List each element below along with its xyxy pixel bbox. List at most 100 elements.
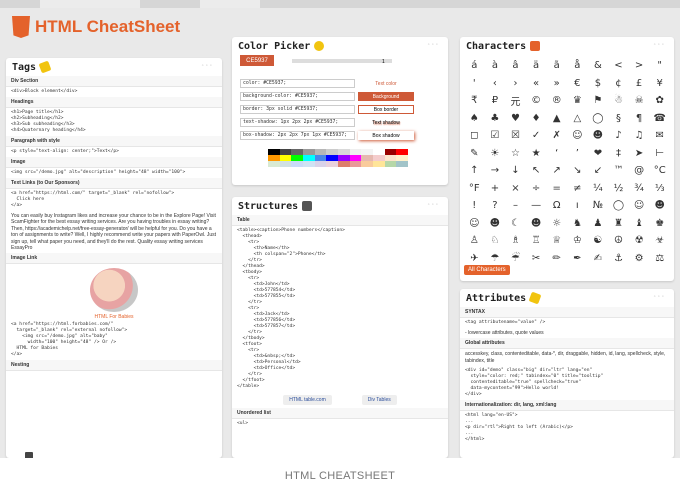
character-cell[interactable]: △	[567, 110, 588, 128]
character-cell[interactable]: ♦	[526, 110, 547, 128]
character-cell[interactable]: ♠	[464, 110, 485, 128]
character-cell[interactable]: ×	[505, 180, 526, 198]
character-cell[interactable]: ☀	[485, 145, 506, 163]
character-cell[interactable]: ☃	[608, 92, 629, 110]
character-cell[interactable]: ♖	[526, 232, 547, 250]
character-cell[interactable]: ♪	[608, 127, 629, 145]
character-cell[interactable]: ☺	[567, 127, 588, 145]
color-swatch[interactable]	[349, 161, 362, 167]
character-cell[interactable]: ☒	[505, 127, 526, 145]
color-swatch[interactable]	[291, 161, 303, 167]
character-cell[interactable]: ®	[546, 92, 567, 110]
character-cell[interactable]: ♙	[464, 232, 485, 250]
character-cell[interactable]: å	[567, 57, 588, 75]
html-for-babies-link[interactable]: HTML For Babies	[6, 264, 222, 320]
character-cell[interactable]: ₽	[485, 92, 506, 110]
character-cell[interactable]: ♗	[505, 232, 526, 250]
scroll-to-top-icon[interactable]	[25, 452, 33, 458]
character-cell[interactable]: ¼	[588, 180, 609, 198]
character-cell[interactable]: ✗	[546, 127, 567, 145]
character-cell[interactable]: ☢	[629, 232, 650, 250]
character-cell[interactable]: ↙	[588, 162, 609, 180]
character-cell[interactable]: ⅓	[649, 180, 670, 198]
character-cell[interactable]: ♘	[485, 232, 506, 250]
character-cell[interactable]: =	[546, 180, 567, 198]
character-cell[interactable]: ‹	[485, 75, 506, 93]
character-cell[interactable]: ã	[546, 57, 567, 75]
app-logo[interactable]: HTML CheatSheet	[12, 16, 180, 38]
character-cell[interactable]: ÷	[526, 180, 547, 198]
character-cell[interactable]: ◯	[608, 197, 629, 215]
character-cell[interactable]: ↑	[464, 162, 485, 180]
character-cell[interactable]: ¥	[649, 75, 670, 93]
character-cell[interactable]: ♕	[546, 232, 567, 250]
character-cell[interactable]: ↗	[546, 162, 567, 180]
character-cell[interactable]: ☺	[464, 215, 485, 233]
character-cell[interactable]: ✍	[588, 250, 609, 268]
character-cell[interactable]: ☻	[588, 127, 609, 145]
color-swatch[interactable]	[396, 161, 408, 167]
character-cell[interactable]: →	[485, 162, 506, 180]
character-cell[interactable]: ☆	[505, 145, 526, 163]
character-cell[interactable]: ↖	[526, 162, 547, 180]
character-cell[interactable]: ›	[505, 75, 526, 93]
character-cell[interactable]: ↓	[505, 162, 526, 180]
character-cell[interactable]: ☺	[629, 197, 650, 215]
character-cell[interactable]: á	[464, 57, 485, 75]
card-tools-icon[interactable]: ◦◦◦	[654, 42, 666, 48]
character-cell[interactable]: ☮	[608, 232, 629, 250]
color-swatch[interactable]	[361, 161, 373, 167]
character-cell[interactable]: ✓	[526, 127, 547, 145]
character-cell[interactable]: "	[649, 57, 670, 75]
all-characters-button[interactable]: All Characters	[464, 265, 510, 275]
character-cell[interactable]: ¶	[629, 110, 650, 128]
character-cell[interactable]: ♣	[485, 110, 506, 128]
css-property-field[interactable]: background-color: #CE5937;	[240, 92, 355, 101]
character-cell[interactable]: №	[588, 197, 609, 215]
character-cell[interactable]: ©	[526, 92, 547, 110]
character-cell[interactable]: ?	[485, 197, 506, 215]
character-cell[interactable]: ₹	[464, 92, 485, 110]
css-property-field[interactable]: box-shadow: 2px 2px 7px 1px #CE5937;	[240, 131, 355, 140]
character-cell[interactable]: ♚	[649, 215, 670, 233]
character-cell[interactable]: ✏	[546, 250, 567, 268]
color-swatch[interactable]	[326, 161, 338, 167]
character-cell[interactable]: ½	[608, 180, 629, 198]
color-swatch[interactable]	[373, 161, 385, 167]
character-cell[interactable]: ’	[567, 145, 588, 163]
character-cell[interactable]: £	[629, 75, 650, 93]
color-swatch[interactable]	[384, 161, 397, 167]
character-cell[interactable]: ä	[526, 57, 547, 75]
character-cell[interactable]: ✎	[464, 145, 485, 163]
css-property-field[interactable]: border: 3px solid #CE5937;	[240, 105, 355, 114]
character-cell[interactable]: &	[588, 57, 609, 75]
character-cell[interactable]: +	[485, 180, 506, 198]
character-cell[interactable]: ♛	[567, 92, 588, 110]
character-cell[interactable]: ♟	[588, 215, 609, 233]
card-tools-icon[interactable]: ◦◦◦	[428, 202, 440, 208]
character-cell[interactable]: <	[608, 57, 629, 75]
character-cell[interactable]: ☾	[505, 215, 526, 233]
character-cell[interactable]: §	[608, 110, 629, 128]
character-cell[interactable]: €	[567, 75, 588, 93]
character-cell[interactable]: ⊢	[649, 145, 670, 163]
hex-color-input[interactable]: CE5937	[240, 55, 274, 66]
character-cell[interactable]: ⚓	[608, 250, 629, 268]
character-cell[interactable]: ◻	[464, 127, 485, 145]
opacity-value[interactable]: 1	[382, 59, 385, 65]
character-cell[interactable]: »	[546, 75, 567, 93]
character-cell[interactable]: 元	[505, 92, 526, 110]
character-cell[interactable]: ⚑	[588, 92, 609, 110]
character-cell[interactable]: ♞	[567, 215, 588, 233]
character-cell[interactable]: â	[505, 57, 526, 75]
character-cell[interactable]: «	[526, 75, 547, 93]
character-cell[interactable]: ☻	[649, 197, 670, 215]
character-cell[interactable]: ≠	[567, 180, 588, 198]
character-cell[interactable]: ▲	[546, 110, 567, 128]
character-cell[interactable]: Ω	[546, 197, 567, 215]
character-cell[interactable]: '	[464, 75, 485, 93]
character-cell[interactable]: ♫	[629, 127, 650, 145]
character-cell[interactable]: ♝	[629, 215, 650, 233]
character-cell[interactable]: ♜	[608, 215, 629, 233]
card-tools-icon[interactable]: ◦◦◦	[202, 63, 214, 69]
